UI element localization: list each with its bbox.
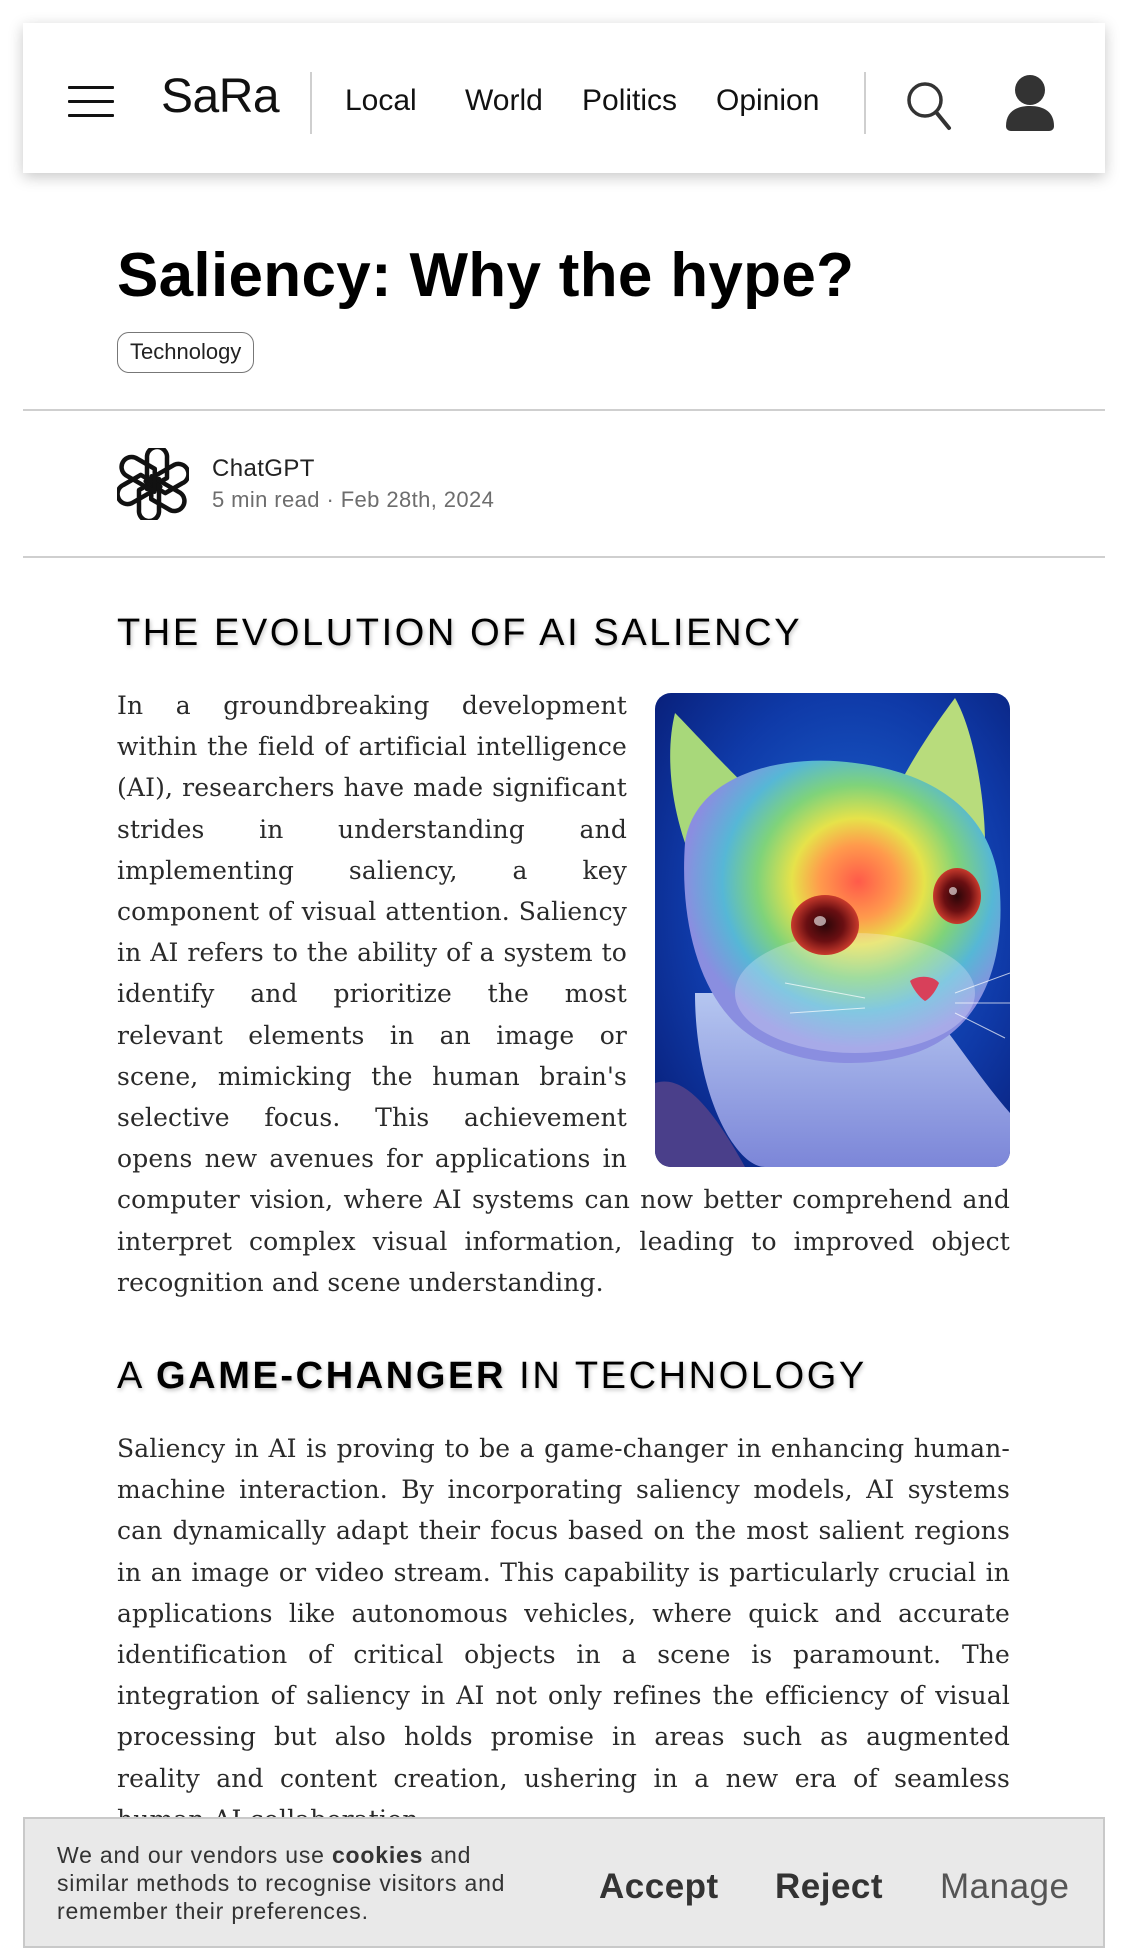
menu-line [68, 100, 114, 103]
heading-text: IN TECHNOLOGY [506, 1355, 867, 1397]
section-heading: THE EVOLUTION OF AI SALIENCY [117, 612, 803, 654]
cat-saliency-heatmap-image [655, 693, 1010, 1167]
cookie-banner: We and our vendors use cookies and simil… [23, 1817, 1105, 1948]
article-title: Saliency: Why the hype? [117, 241, 855, 310]
heading-text: A [117, 1355, 157, 1397]
menu-line [68, 114, 114, 117]
header-divider [864, 72, 866, 134]
nav-link-opinion[interactable]: Opinion [716, 86, 819, 116]
section-2-text: Saliency in AI is proving to be a game-c… [117, 1434, 1010, 1834]
article-page: SaRa Local World Politics Opinion Salien… [0, 0, 1140, 1957]
manage-button[interactable]: Manage [940, 1869, 1069, 1904]
nav-link-politics[interactable]: Politics [582, 86, 677, 116]
menu-line [68, 86, 114, 89]
reject-button[interactable]: Reject [775, 1869, 883, 1904]
hamburger-menu-icon[interactable] [68, 86, 114, 118]
divider [23, 409, 1105, 411]
cookie-text-part: We and our vendors use [57, 1842, 332, 1868]
category-tag[interactable]: Technology [117, 332, 255, 373]
site-header: SaRa Local World Politics Opinion [23, 23, 1105, 173]
section-heading: A GAME-CHANGER IN TECHNOLOGY [117, 1357, 867, 1395]
site-logo[interactable]: SaRa [161, 73, 280, 121]
nav-link-world[interactable]: World [465, 86, 543, 116]
accept-button[interactable]: Accept [599, 1869, 719, 1904]
divider [23, 556, 1105, 558]
nav-link-local[interactable]: Local [345, 86, 417, 116]
header-divider [310, 72, 312, 134]
cookie-message: We and our vendors use cookies and simil… [57, 1841, 527, 1925]
search-icon[interactable] [905, 80, 953, 132]
author-name[interactable]: ChatGPT [212, 457, 315, 481]
cookie-text-bold: cookies [331, 1842, 424, 1868]
article-meta: 5 min read · Feb 28th, 2024 [212, 487, 495, 512]
article-section-1: In a groundbreaking development within t… [117, 685, 1010, 1303]
user-icon[interactable] [1004, 74, 1056, 132]
article-section-2: Saliency in AI is proving to be a game-c… [117, 1428, 1010, 1840]
heading-emphasis: GAME-CHANGER [156, 1355, 506, 1397]
openai-logo-icon[interactable] [115, 444, 191, 524]
